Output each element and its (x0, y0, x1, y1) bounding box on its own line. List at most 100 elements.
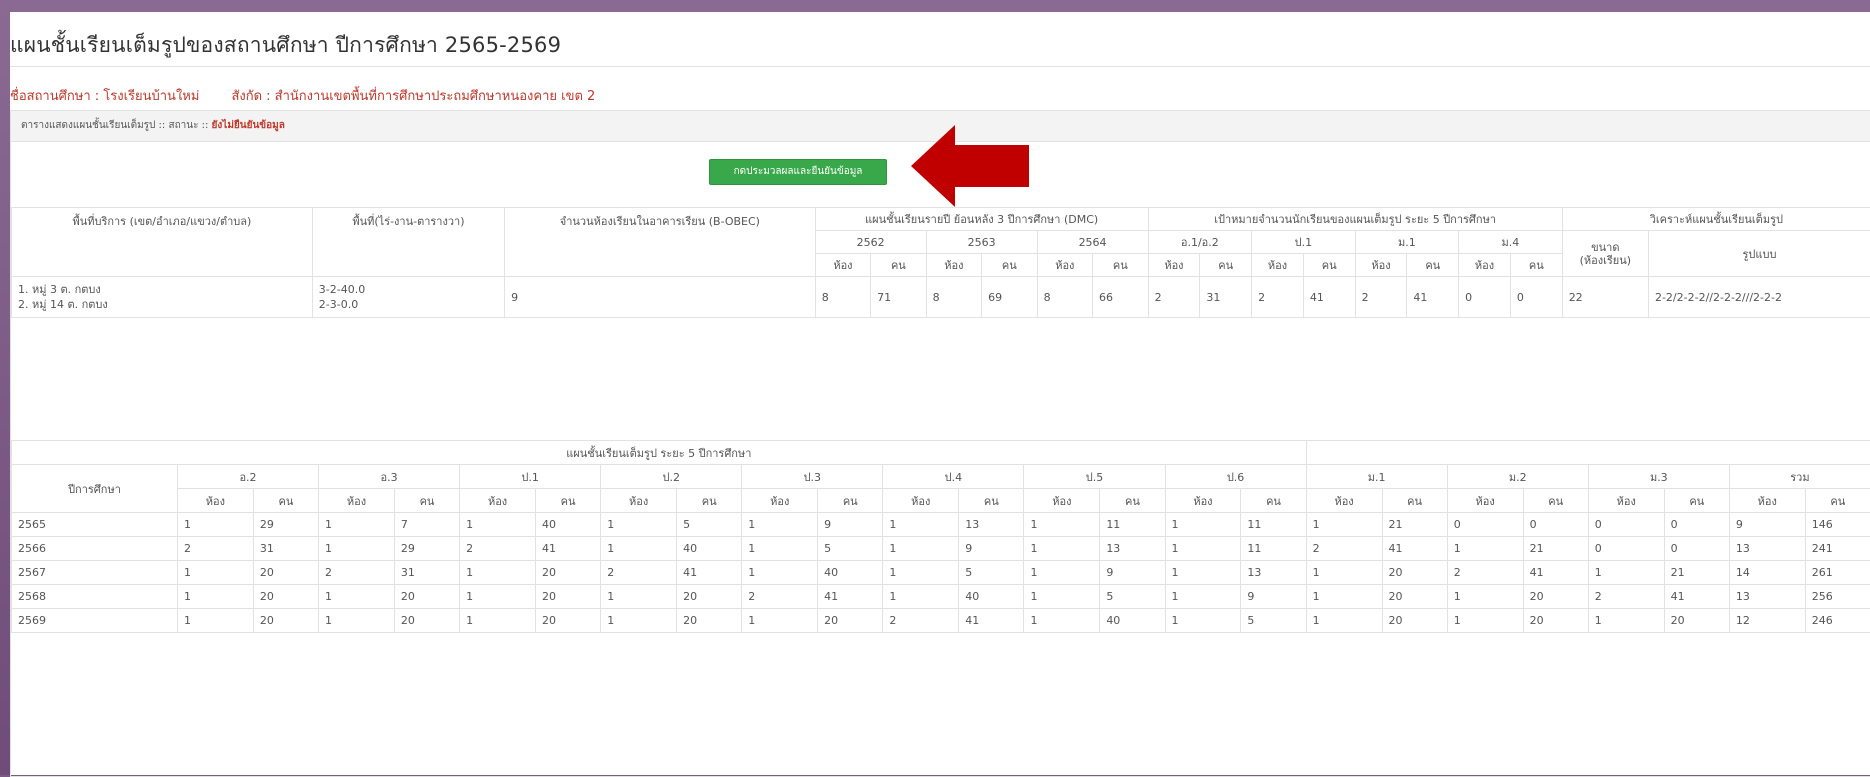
process-confirm-button[interactable]: กดประมวลผลและยืนยันข้อมูล (709, 159, 887, 185)
value-cell: 1 (1165, 561, 1241, 585)
value-cell: 1 (1024, 513, 1100, 537)
value-cell: 9 (959, 537, 1024, 561)
value-cell: 2 (1355, 277, 1407, 318)
value-cell: 1 (1588, 609, 1664, 633)
value-cell: 40 (677, 537, 742, 561)
classrooms-cell: 9 (505, 277, 816, 318)
value-cell: 1 (1024, 561, 1100, 585)
value-cell: 1 (460, 609, 536, 633)
person-header: คน (536, 489, 601, 513)
size-cell: 22 (1562, 277, 1648, 318)
size-sub-label: (ห้องเรียน) (1580, 254, 1631, 267)
value-cell: 20 (394, 609, 459, 633)
year-cell: 2567 (12, 561, 178, 585)
room-header: ห้อง (177, 489, 253, 513)
value-cell: 20 (1382, 585, 1447, 609)
header-land-area: พื้นที่(ไร่-งาน-ตารางวา) (312, 208, 504, 277)
value-cell: 1 (1165, 537, 1241, 561)
value-cell: 13 (1729, 537, 1805, 561)
header-service-area: พื้นที่บริการ (เขต/อำเภอ/แขวง/ตำบล) (12, 208, 313, 277)
value-cell: 1 (1024, 537, 1100, 561)
year-header: 2562 (815, 231, 926, 254)
value-cell: 1 (883, 513, 959, 537)
value-cell: 1 (319, 513, 395, 537)
value-cell: 20 (536, 561, 601, 585)
level-header: อ.3 (319, 465, 460, 489)
land-area-1: 3-2-40.0 (319, 283, 365, 296)
room-header: ห้อง (1148, 254, 1200, 277)
value-cell: 20 (536, 585, 601, 609)
value-cell: 13 (959, 513, 1024, 537)
header-classrooms: จำนวนห้องเรียนในอาคารเรียน (B-OBEC) (505, 208, 816, 277)
room-header: ห้อง (1024, 489, 1100, 513)
value-cell: 13 (1241, 561, 1306, 585)
value-cell: 21 (1523, 537, 1588, 561)
room-header: ห้อง (883, 489, 959, 513)
value-cell: 20 (253, 561, 318, 585)
person-header: คน (1510, 254, 1562, 277)
person-header: คน (818, 489, 883, 513)
table-row: 2567120231120241140151911312024112114261 (12, 561, 1870, 585)
value-cell: 1 (1306, 609, 1382, 633)
value-cell: 1 (177, 585, 253, 609)
level-header: อ.1/อ.2 (1148, 231, 1252, 254)
level-header: อ.2 (177, 465, 318, 489)
value-cell: 31 (253, 537, 318, 561)
value-cell: 0 (1459, 277, 1511, 318)
status-badge: ยังไม่ยืนยันข้อมูล (212, 120, 285, 131)
value-cell: 29 (394, 537, 459, 561)
value-cell: 11 (1100, 513, 1165, 537)
room-header: ห้อง (1459, 254, 1511, 277)
value-cell: 9 (1729, 513, 1805, 537)
value-cell: 1 (177, 609, 253, 633)
value-cell: 1 (601, 513, 677, 537)
land-area-cell: 3-2-40.02-3-0.0 (312, 277, 504, 318)
value-cell: 41 (1303, 277, 1355, 318)
value-cell: 261 (1805, 561, 1870, 585)
person-header: คน (1100, 489, 1165, 513)
value-cell: 1 (883, 537, 959, 561)
value-cell: 1 (1024, 585, 1100, 609)
header-analysis: วิเคราะห์แผนชั้นเรียนเต็มรูป (1562, 208, 1870, 231)
value-cell: 20 (818, 609, 883, 633)
value-cell: 0 (1447, 513, 1523, 537)
value-cell: 31 (1200, 277, 1252, 318)
value-cell: 13 (1100, 537, 1165, 561)
value-cell: 21 (1382, 513, 1447, 537)
five-year-plan-table: แผนชั้นเรียนเต็มรูป ระยะ 5 ปีการศึกษา ปี… (11, 440, 1870, 633)
level-header: ป.3 (742, 465, 883, 489)
room-header: ห้อง (1306, 489, 1382, 513)
page-content: แผนชั้นเรียนเต็มรูปของสถานศึกษา ปีการศึก… (10, 12, 1870, 775)
person-header: คน (394, 489, 459, 513)
value-cell: 11 (1241, 513, 1306, 537)
value-cell: 66 (1093, 277, 1149, 318)
value-cell: 40 (818, 561, 883, 585)
value-cell: 1 (177, 561, 253, 585)
value-cell: 20 (394, 585, 459, 609)
value-cell: 1 (1306, 513, 1382, 537)
service-area-2: 2. หมู่ 14 ต. กตบง (18, 298, 108, 311)
header-format: รูปแบบ (1648, 231, 1870, 277)
room-header: ห้อง (1447, 489, 1523, 513)
level-header: ป.2 (601, 465, 742, 489)
person-header: คน (1303, 254, 1355, 277)
table-row: 256623112924114015191131112411210013241 (12, 537, 1870, 561)
level-header: ม.1 (1306, 465, 1447, 489)
value-cell: 5 (1100, 585, 1165, 609)
value-cell: 41 (959, 609, 1024, 633)
value-cell: 9 (1100, 561, 1165, 585)
value-cell: 1 (742, 561, 818, 585)
table-row: 1. หมู่ 3 ต. กตบง2. หมู่ 14 ต. กตบง 3-2-… (12, 277, 1870, 318)
value-cell: 2 (1588, 585, 1664, 609)
value-cell: 2 (1252, 277, 1304, 318)
value-cell: 7 (394, 513, 459, 537)
header-year: ปีการศึกษา (12, 465, 178, 513)
value-cell: 8 (1037, 277, 1092, 318)
room-header: ห้อง (1355, 254, 1407, 277)
value-cell: 20 (677, 585, 742, 609)
value-cell: 5 (818, 537, 883, 561)
value-cell: 1 (319, 537, 395, 561)
value-cell: 20 (536, 609, 601, 633)
year-cell: 2565 (12, 513, 178, 537)
value-cell: 1 (1165, 585, 1241, 609)
